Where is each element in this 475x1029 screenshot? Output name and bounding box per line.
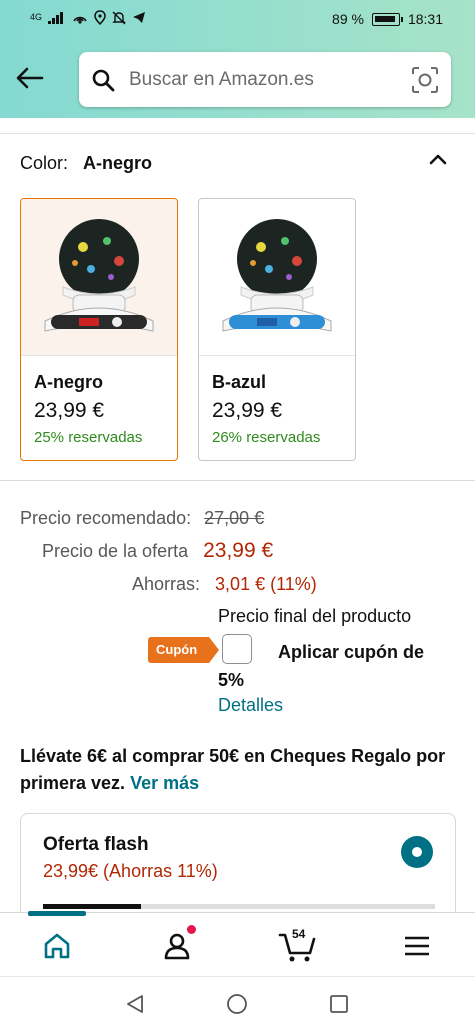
rrp-label: Precio recomendado: xyxy=(20,508,192,528)
network-type: 4G xyxy=(30,12,43,22)
savings-label: Ahorras: xyxy=(132,574,201,594)
color-option-name: A-negro xyxy=(34,372,103,392)
system-back-icon[interactable] xyxy=(124,993,146,1015)
signal-icon xyxy=(48,11,64,24)
notification-dot xyxy=(187,925,196,934)
menu-icon[interactable] xyxy=(400,929,434,963)
search-box[interactable] xyxy=(79,52,451,107)
search-input[interactable] xyxy=(129,66,389,94)
flash-offer-progress-fill xyxy=(43,904,141,909)
color-selected-value: A-negro xyxy=(83,153,153,173)
flash-offer-radio[interactable] xyxy=(401,836,433,868)
mute-icon xyxy=(112,11,126,24)
bottom-nav: 54 xyxy=(0,911,475,976)
account-icon[interactable] xyxy=(160,929,194,963)
gift-promo-link[interactable]: Ver más xyxy=(130,773,199,793)
color-option-claimed: 26% reservadas xyxy=(212,429,321,446)
flash-offer-subtitle: 23,99€ (Ahorras 11%) xyxy=(43,861,218,881)
app-header: 4G 89 % 18:31 xyxy=(0,0,475,118)
savings-value: 3,01 € (11%) xyxy=(215,574,317,594)
system-home-icon[interactable] xyxy=(226,993,248,1015)
flash-offer-progress xyxy=(43,904,435,909)
cart-count: 54 xyxy=(292,927,306,941)
camera-search-icon[interactable] xyxy=(411,66,439,94)
coupon-checkbox[interactable] xyxy=(222,634,252,664)
section-divider xyxy=(0,480,475,488)
color-option-name: B-azul xyxy=(212,372,266,392)
system-nav-bar xyxy=(0,976,475,1029)
clock: 18:31 xyxy=(407,11,443,27)
status-bar: 4G 89 % 18:31 xyxy=(0,0,475,40)
apply-coupon-label[interactable]: Aplicar cupón de 5% xyxy=(218,638,448,694)
header-divider xyxy=(0,118,475,134)
deal-price-value: 23,99 € xyxy=(203,539,274,562)
color-option-a-negro[interactable]: A-negro 23,99 € 25% reservadas xyxy=(20,198,178,461)
chevron-up-icon[interactable] xyxy=(427,148,449,170)
rrp-value: 27,00 € xyxy=(204,508,265,528)
rrp-row: Precio recomendado: 27,00 € xyxy=(20,508,264,529)
coupon-details-link[interactable]: Detalles xyxy=(218,695,283,716)
location-icon xyxy=(94,10,106,25)
account-nav[interactable] xyxy=(160,925,196,963)
system-recents-icon[interactable] xyxy=(328,993,350,1015)
battery-icon xyxy=(371,12,403,26)
flash-offer-title: Oferta flash xyxy=(43,834,149,855)
telegram-icon xyxy=(133,12,146,23)
product-image-black xyxy=(21,199,177,356)
back-arrow-icon[interactable] xyxy=(14,62,46,94)
color-option-claimed: 25% reservadas xyxy=(34,429,143,446)
home-icon[interactable] xyxy=(40,929,74,963)
deal-price-row: Precio de la oferta 23,99 € xyxy=(42,539,273,563)
color-option-price: 23,99 € xyxy=(34,399,105,422)
battery-percent: 89 % xyxy=(332,11,364,27)
color-option-price: 23,99 € xyxy=(212,399,283,422)
color-label: Color: xyxy=(20,153,69,173)
gift-card-promo: Llévate 6€ al comprar 50€ en Cheques Reg… xyxy=(20,743,460,797)
coupon-badge: Cupón xyxy=(148,637,220,663)
color-selector-header[interactable]: Color: A-negro xyxy=(20,153,152,174)
cart-nav[interactable]: 54 xyxy=(278,927,318,963)
final-price-note: Precio final del producto xyxy=(218,606,412,626)
gift-promo-text: Llévate 6€ al comprar 50€ en Cheques Reg… xyxy=(20,746,446,793)
active-tab-indicator xyxy=(28,911,86,916)
search-icon[interactable] xyxy=(91,68,115,92)
savings-row: Ahorras: 3,01 € (11%) xyxy=(132,574,317,595)
hotspot-icon xyxy=(73,16,87,24)
deal-price-label: Precio de la oferta xyxy=(42,541,189,561)
product-image-blue xyxy=(199,199,355,356)
color-option-b-azul[interactable]: B-azul 23,99 € 26% reservadas xyxy=(198,198,356,461)
